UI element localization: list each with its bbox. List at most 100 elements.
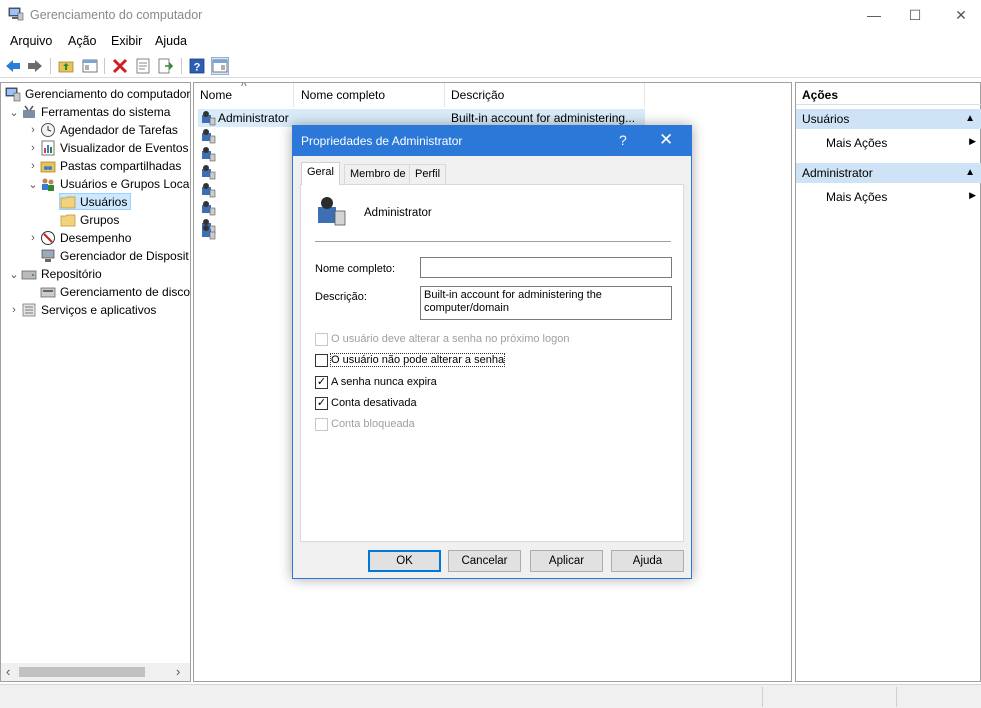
menu-acao[interactable]: Ação xyxy=(68,34,97,48)
account-locked-label: Conta bloqueada xyxy=(331,418,415,430)
chevron-down-icon[interactable]: ⌄ xyxy=(7,106,21,119)
tree-item-label: Ferramentas do sistema xyxy=(41,105,171,119)
tools-icon xyxy=(23,105,35,118)
chevron-down-icon[interactable]: ⌄ xyxy=(26,178,40,191)
tree-item-gerenciador-dispositivos[interactable]: Gerenciador de Disposit xyxy=(40,247,189,265)
user-icon[interactable] xyxy=(200,164,216,180)
user-icon xyxy=(318,197,346,226)
actions-section-usuarios[interactable]: Usuários ▲ xyxy=(796,109,981,129)
cannot-change-password-checkbox[interactable] xyxy=(315,354,328,367)
action-label: Mais Ações xyxy=(826,190,888,204)
user-icon[interactable] xyxy=(200,182,216,198)
tab-membro-de[interactable]: Membro de xyxy=(344,164,412,184)
forward-icon[interactable] xyxy=(26,57,44,75)
description-field[interactable]: Built-in account for administering the c… xyxy=(420,286,672,320)
tree-item-gerenciamento-disco[interactable]: Gerenciamento de disco xyxy=(40,283,190,301)
tab-perfil[interactable]: Perfil xyxy=(409,164,447,184)
password-never-expires-checkbox[interactable]: ✓ xyxy=(315,376,328,389)
computer-management-icon xyxy=(8,7,24,21)
help-icon[interactable]: ? xyxy=(188,57,206,75)
properties-icon[interactable] xyxy=(134,57,152,75)
dialog-title-bar[interactable]: Propriedades de Administrator ? ✕ xyxy=(293,126,691,156)
scroll-right-arrow[interactable]: › xyxy=(176,664,180,679)
must-change-password-label: O usuário deve alterar a senha no próxim… xyxy=(331,333,570,345)
chevron-right-icon[interactable]: › xyxy=(7,304,21,316)
tree-item-label: Desempenho xyxy=(60,231,132,245)
tree-item-usuarios-selected[interactable]: Usuários xyxy=(59,193,132,210)
user-icon[interactable] xyxy=(200,128,216,144)
console-tree[interactable]: Gerenciamento do computador ⌄ Ferramenta… xyxy=(0,82,191,682)
computer-management-icon xyxy=(5,87,21,102)
tree-item-visualizador[interactable]: › Visualizador de Eventos xyxy=(26,139,189,157)
collapse-up-icon[interactable]: ▲ xyxy=(965,163,975,183)
tab-geral[interactable]: Geral xyxy=(301,162,340,185)
up-folder-icon[interactable] xyxy=(57,57,75,75)
status-divider xyxy=(762,687,763,707)
column-header-nome-completo[interactable]: Nome completo xyxy=(295,83,445,107)
show-hide-tree-icon[interactable] xyxy=(81,57,99,75)
chevron-down-icon[interactable]: ⌄ xyxy=(7,268,21,281)
tree-item-label: Usuários xyxy=(80,194,128,209)
maximize-button[interactable]: ☐ xyxy=(892,0,938,30)
delete-icon[interactable] xyxy=(111,57,129,75)
tree-item-label: Grupos xyxy=(80,213,120,227)
menu-exibir[interactable]: Exibir xyxy=(111,34,142,48)
chevron-right-icon[interactable]: › xyxy=(26,142,40,154)
users-groups-icon xyxy=(42,178,54,191)
properties-dialog: Propriedades de Administrator ? ✕ Geral … xyxy=(292,125,692,579)
tree-item-repositorio[interactable]: ⌄ Repositório xyxy=(7,265,101,283)
help-button[interactable]: Ajuda xyxy=(611,550,684,572)
chevron-right-icon[interactable]: › xyxy=(26,232,40,244)
scroll-left-arrow[interactable]: ‹ xyxy=(6,664,10,679)
action-mais-acoes-usuarios[interactable]: Mais Ações ▶ xyxy=(826,136,976,150)
folder-icon xyxy=(60,214,76,227)
user-icon[interactable] xyxy=(200,200,216,216)
tree-item-grupos[interactable]: Grupos xyxy=(60,211,119,229)
tree-item-label: Serviços e aplicativos xyxy=(41,303,157,317)
dialog-help-button[interactable]: ? xyxy=(619,132,627,148)
tree-item-usuarios-grupos[interactable]: ⌄ Usuários e Grupos Loca xyxy=(26,175,189,193)
actions-section-administrator[interactable]: Administrator ▲ xyxy=(796,163,981,183)
cannot-change-password-label: O usuário não pode alterar a senha xyxy=(329,353,506,367)
tree-item-pastas[interactable]: › Pastas compartilhadas xyxy=(26,157,181,175)
collapse-up-icon[interactable]: ▲ xyxy=(965,109,975,129)
tree-root-label: Gerenciamento do computador xyxy=(25,87,191,101)
account-locked-checkbox[interactable] xyxy=(315,418,328,431)
close-button[interactable]: ✕ xyxy=(938,0,981,30)
tree-item-agendador[interactable]: › Agendador de Tarefas xyxy=(26,121,178,139)
cancel-button[interactable]: Cancelar xyxy=(448,550,521,572)
tree-item-servicos[interactable]: › Serviços e aplicativos xyxy=(7,301,156,319)
tree-item-ferramentas[interactable]: ⌄ Ferramentas do sistema xyxy=(7,103,170,121)
tree-item-root[interactable]: Gerenciamento do computador xyxy=(5,85,190,103)
menu-arquivo[interactable]: Arquivo xyxy=(10,34,52,48)
user-icon[interactable] xyxy=(200,146,216,162)
disk-management-icon xyxy=(40,287,56,298)
dialog-title: Propriedades de Administrator xyxy=(301,134,463,148)
chevron-right-icon[interactable]: › xyxy=(26,160,40,172)
ok-button[interactable]: OK xyxy=(368,550,441,572)
scrollbar-thumb[interactable] xyxy=(19,667,145,677)
show-hide-action-pane-icon[interactable] xyxy=(211,57,229,75)
minimize-button[interactable]: — xyxy=(851,0,897,30)
apply-button[interactable]: Aplicar xyxy=(530,550,603,572)
action-mais-acoes-administrator[interactable]: Mais Ações ▶ xyxy=(826,190,976,204)
device-manager-icon xyxy=(41,249,55,262)
export-icon[interactable] xyxy=(157,57,175,75)
sort-ascending-icon: ^ xyxy=(241,82,247,93)
menu-ajuda[interactable]: Ajuda xyxy=(155,34,187,48)
back-icon[interactable] xyxy=(4,57,22,75)
account-disabled-checkbox[interactable]: ✓ xyxy=(315,397,328,410)
section-header-label: Usuários xyxy=(802,112,850,126)
must-change-password-checkbox[interactable] xyxy=(315,333,328,346)
title-bar: Gerenciamento do computador — ☐ ✕ xyxy=(0,0,981,30)
user-icon[interactable] xyxy=(200,224,216,240)
tree-item-desempenho[interactable]: › Desempenho xyxy=(26,229,131,247)
chevron-right-icon[interactable]: › xyxy=(26,124,40,136)
tree-horizontal-scrollbar[interactable]: ‹ › xyxy=(1,663,190,681)
column-header-descricao[interactable]: Descrição xyxy=(445,83,645,107)
dialog-close-button[interactable]: ✕ xyxy=(659,130,673,150)
toolbar-separator xyxy=(181,58,182,74)
column-label: Descrição xyxy=(451,88,505,102)
toolbar-separator xyxy=(50,58,51,74)
fullname-field[interactable] xyxy=(420,257,672,278)
